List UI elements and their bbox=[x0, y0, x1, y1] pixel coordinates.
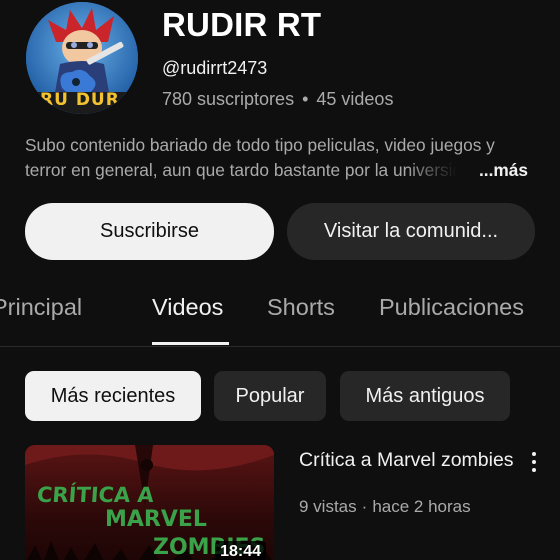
tab-principal[interactable]: Principal bbox=[0, 294, 118, 321]
tab-videos[interactable]: Videos bbox=[152, 294, 223, 321]
video-duration: 18:44 bbox=[215, 541, 266, 560]
subscriber-count: 780 suscriptores bbox=[162, 89, 295, 109]
video-meta-separator: · bbox=[361, 497, 368, 516]
description-line-1: Subo contenido bariado de todo tipo peli… bbox=[25, 135, 495, 155]
visit-community-button[interactable]: Visitar la comunid... bbox=[287, 203, 535, 260]
video-title[interactable]: Crítica a Marvel zombies bbox=[299, 448, 514, 473]
filter-chip-recent[interactable]: Más recientes bbox=[25, 371, 201, 421]
tabs-divider bbox=[0, 346, 560, 347]
more-options-icon[interactable] bbox=[524, 450, 544, 474]
tab-publicaciones[interactable]: Publicaciones bbox=[379, 294, 524, 321]
avatar-banner-text: RU DUR bbox=[40, 90, 120, 110]
filter-chip-oldest[interactable]: Más antiguos bbox=[340, 371, 510, 421]
video-thumbnail[interactable]: CRÍTICA A MARVEL ZOMBIES 18:44 bbox=[25, 445, 274, 560]
filter-chip-popular[interactable]: Popular bbox=[214, 371, 326, 421]
thumbnail-text-line-1: CRÍTICA A bbox=[36, 483, 155, 507]
channel-name: RUDIR RT bbox=[162, 6, 322, 43]
thumbnail-text-line-2: MARVEL bbox=[105, 507, 207, 532]
stats-separator: • bbox=[302, 89, 309, 109]
video-views: 9 vistas bbox=[299, 497, 357, 516]
channel-description[interactable]: Subo contenido bariado de todo tipo peli… bbox=[25, 133, 540, 183]
video-age: hace 2 horas bbox=[372, 497, 471, 516]
channel-avatar[interactable]: RU DUR bbox=[26, 2, 138, 114]
tab-shorts[interactable]: Shorts bbox=[267, 294, 335, 321]
active-tab-indicator bbox=[152, 342, 229, 345]
channel-handle: @rudirrt2473 bbox=[162, 58, 268, 78]
subscribe-button[interactable]: Suscribirse bbox=[25, 203, 274, 260]
more-link[interactable]: ...más bbox=[479, 158, 528, 183]
channel-page: RU DUR RUDIR RT @rudirrt2473 780 suscrip… bbox=[0, 0, 560, 560]
channel-stats: 780 suscriptores • 45 videos bbox=[162, 89, 393, 110]
video-count: 45 videos bbox=[316, 89, 394, 109]
video-meta: 9 vistas · hace 2 horas bbox=[299, 497, 471, 517]
channel-tabs: Principal Videos Shorts Publicaciones bbox=[0, 286, 560, 346]
description-line-2: terror en general, aun que tardo bastant… bbox=[25, 160, 457, 180]
